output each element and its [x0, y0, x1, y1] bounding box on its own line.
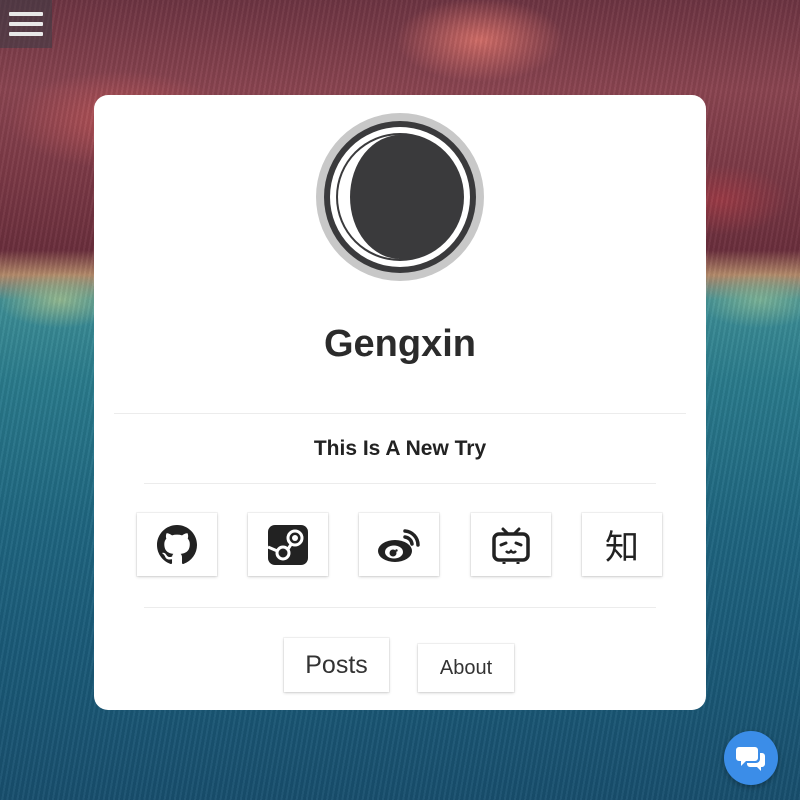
menu-bar [9, 22, 43, 26]
weibo-link[interactable] [359, 513, 439, 576]
steam-icon [268, 524, 308, 565]
zhihu-link[interactable]: 知 [582, 513, 662, 576]
menu-toggle-button[interactable] [0, 0, 52, 48]
moon-icon [324, 121, 476, 273]
bilibili-link[interactable] [471, 513, 551, 576]
steam-link[interactable] [248, 513, 328, 576]
profile-name: Gengxin [323, 323, 477, 365]
posts-button[interactable]: Posts [284, 638, 389, 692]
profile-tagline: This Is A New Try [313, 437, 487, 460]
zhihu-icon: 知 [605, 528, 639, 568]
avatar [316, 113, 484, 281]
github-icon [157, 524, 197, 564]
chat-icon [736, 747, 765, 771]
divider [114, 413, 686, 414]
bilibili-icon [492, 527, 530, 564]
profile-card: Gengxin This Is A New Try 知 Posts About [94, 95, 706, 710]
about-button[interactable]: About [418, 644, 514, 692]
chat-button[interactable] [724, 731, 778, 785]
menu-bar [9, 32, 43, 36]
divider [144, 483, 656, 484]
github-link[interactable] [137, 513, 217, 576]
weibo-icon [378, 528, 420, 562]
menu-bar [9, 12, 43, 16]
divider [144, 607, 656, 608]
